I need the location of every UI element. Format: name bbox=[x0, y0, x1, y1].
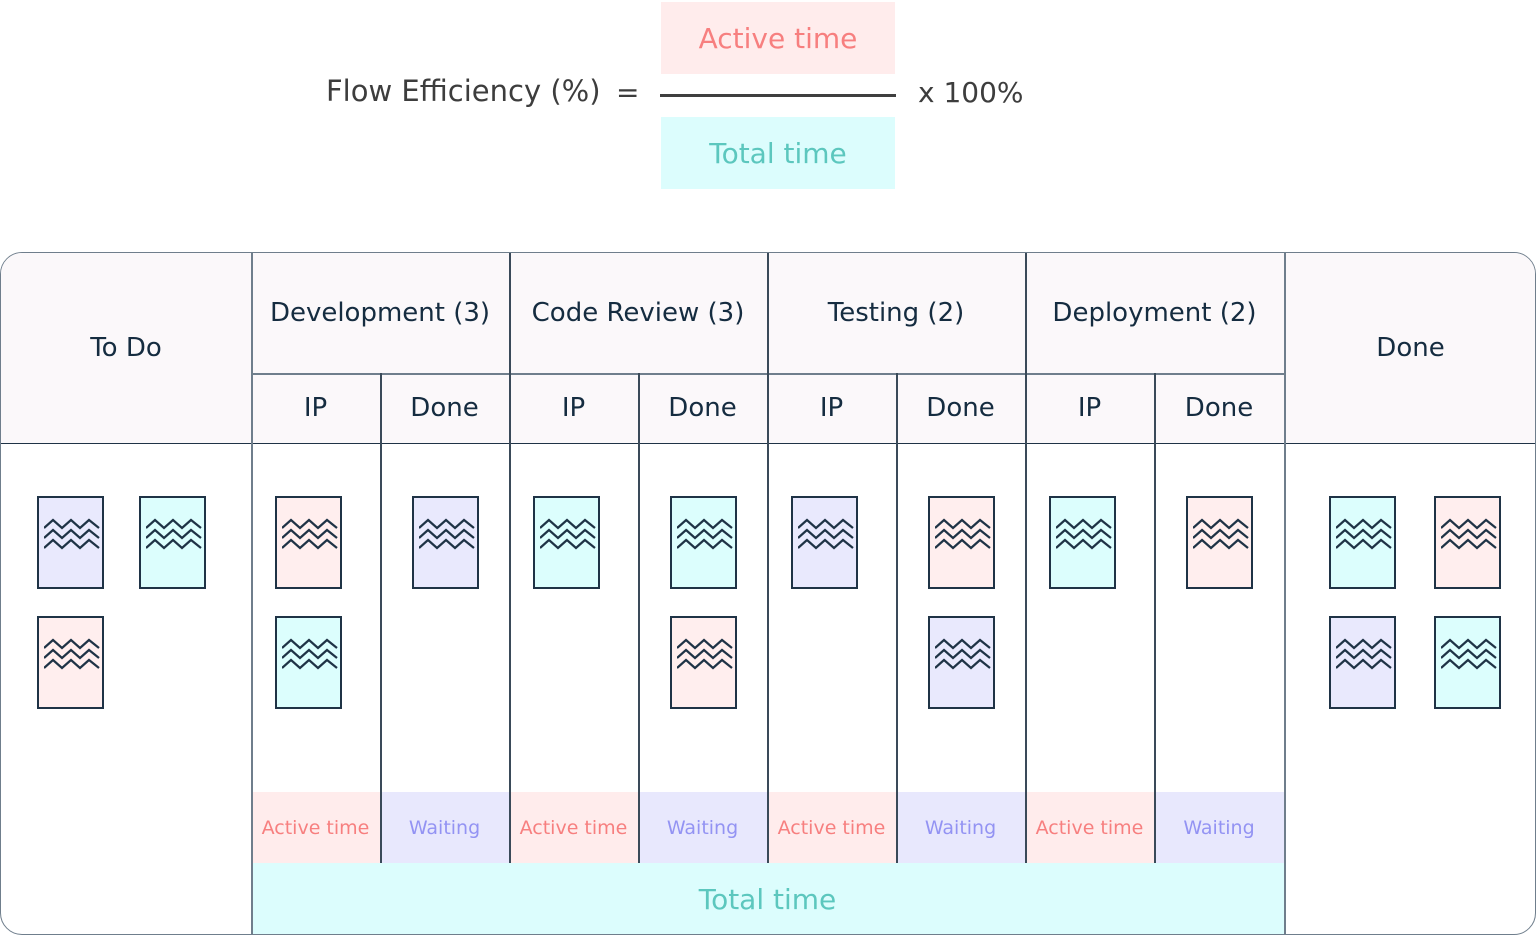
formula-multiplier: x 100% bbox=[918, 76, 1024, 109]
task-card-code-review-done-1[interactable] bbox=[669, 616, 737, 709]
zigzag-lines-icon bbox=[797, 518, 854, 550]
kanban-board: To Do Development (3) IP Active time Done Wai… bbox=[0, 252, 1536, 935]
numerator-text: Active time bbox=[698, 21, 858, 55]
waiting-cell: Waiting bbox=[1154, 792, 1284, 863]
zigzag-lines-icon bbox=[281, 638, 338, 670]
fraction-bar bbox=[660, 94, 896, 97]
active-time-cell: Active time bbox=[1025, 792, 1154, 863]
task-card-testing-ip-0[interactable] bbox=[790, 496, 858, 589]
column-header-to-do: To Do bbox=[90, 333, 162, 363]
zigzag-lines-icon bbox=[1336, 518, 1392, 550]
column-header-done: Done bbox=[1376, 333, 1445, 363]
task-card-code-review-done-0[interactable] bbox=[669, 496, 737, 589]
task-card-testing-done-0[interactable] bbox=[927, 496, 995, 589]
waiting-cell: Waiting bbox=[638, 792, 767, 863]
subcolumn-header-code-review-done: Done bbox=[668, 393, 737, 423]
zigzag-lines-icon bbox=[44, 518, 100, 550]
subcolumn-header-development-done: Done bbox=[410, 393, 479, 423]
column-header-deployment: Deployment (2) bbox=[1052, 298, 1257, 328]
zigzag-lines-icon bbox=[146, 518, 202, 550]
zigzag-lines-icon bbox=[1055, 518, 1112, 550]
column-header-testing: Testing (2) bbox=[827, 298, 965, 328]
subcolumn-header-testing-done: Done bbox=[926, 393, 995, 423]
subcolumn-header-development-ip: IP bbox=[303, 393, 328, 423]
waiting-cell: Waiting bbox=[896, 792, 1025, 863]
zigzag-lines-icon bbox=[1193, 518, 1249, 550]
formula-denominator: Total time bbox=[661, 117, 895, 189]
task-card-code-review-ip-0[interactable] bbox=[532, 496, 600, 589]
zigzag-lines-icon bbox=[1441, 518, 1497, 550]
zigzag-lines-icon bbox=[281, 518, 338, 550]
task-card-done-0[interactable] bbox=[1329, 496, 1396, 589]
zigzag-lines-icon bbox=[676, 518, 733, 550]
zigzag-lines-icon bbox=[1441, 638, 1497, 670]
subcolumn-header-testing-ip: IP bbox=[819, 393, 844, 423]
zigzag-lines-icon bbox=[1336, 638, 1392, 670]
subcolumn-header-deployment-done: Done bbox=[1184, 393, 1254, 423]
formula-label: Flow Efficiency (%) bbox=[326, 74, 601, 108]
zigzag-lines-icon bbox=[44, 638, 100, 670]
formula-numerator: Active time bbox=[661, 2, 895, 74]
waiting-cell: Waiting bbox=[380, 792, 509, 863]
column-divider-6 bbox=[896, 373, 898, 863]
column-divider-3 bbox=[509, 253, 511, 863]
zigzag-lines-icon bbox=[934, 518, 991, 550]
task-card-done-1[interactable] bbox=[1434, 496, 1501, 589]
task-card-development-ip-0[interactable] bbox=[274, 496, 342, 589]
task-card-done-2[interactable] bbox=[1329, 616, 1396, 709]
task-card-done-3[interactable] bbox=[1434, 616, 1501, 709]
subcolumn-header-code-review-ip: IP bbox=[561, 393, 586, 423]
denominator-text: Total time bbox=[709, 136, 847, 170]
zigzag-lines-icon bbox=[934, 638, 991, 670]
zigzag-lines-icon bbox=[418, 518, 475, 550]
task-card-development-ip-1[interactable] bbox=[274, 616, 342, 709]
task-card-to-do-2[interactable] bbox=[37, 616, 104, 709]
task-card-to-do-0[interactable] bbox=[37, 496, 104, 589]
column-header-code-review: Code Review (3) bbox=[531, 298, 745, 328]
task-card-deployment-done-0[interactable] bbox=[1186, 496, 1253, 589]
zigzag-lines-icon bbox=[676, 638, 733, 670]
total-time-bar: Total time bbox=[251, 863, 1284, 934]
column-divider-7 bbox=[1025, 253, 1027, 863]
task-card-testing-done-1[interactable] bbox=[927, 616, 995, 709]
task-card-deployment-ip-0[interactable] bbox=[1048, 496, 1116, 589]
active-time-cell: Active time bbox=[251, 792, 380, 863]
column-divider-9 bbox=[1284, 253, 1286, 934]
active-time-cell: Active time bbox=[767, 792, 896, 863]
column-header-development: Development (3) bbox=[269, 298, 491, 328]
formula-equals: = bbox=[616, 76, 640, 109]
column-divider-4 bbox=[638, 373, 640, 863]
column-divider-2 bbox=[380, 373, 382, 863]
subcolumn-header-deployment-ip: IP bbox=[1077, 393, 1102, 423]
column-divider-1 bbox=[251, 253, 253, 934]
task-card-development-done-0[interactable] bbox=[411, 496, 479, 589]
zigzag-lines-icon bbox=[539, 518, 596, 550]
task-card-to-do-1[interactable] bbox=[139, 496, 206, 589]
column-divider-5 bbox=[767, 253, 769, 863]
column-divider-8 bbox=[1154, 373, 1156, 863]
active-time-cell: Active time bbox=[509, 792, 638, 863]
